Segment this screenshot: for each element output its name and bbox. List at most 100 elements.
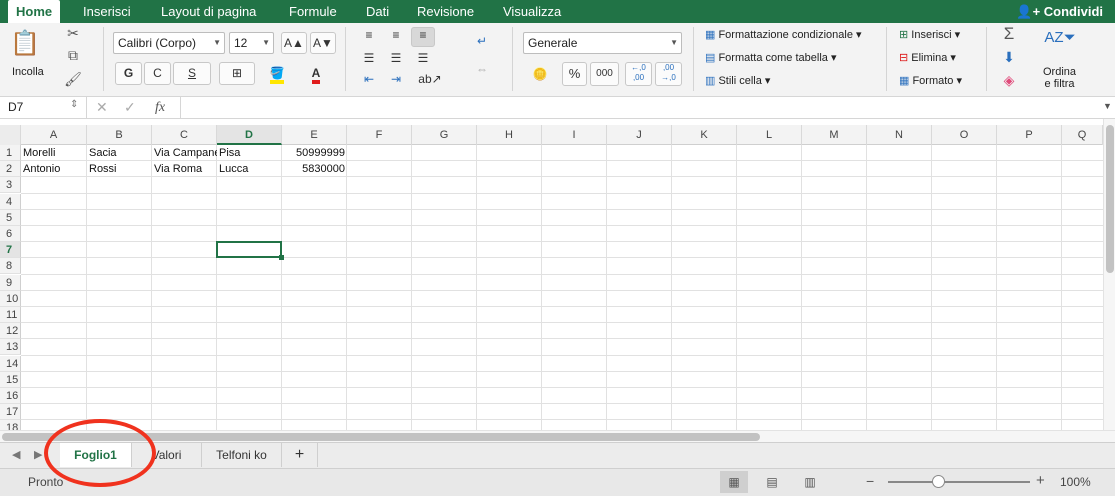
italic-button[interactable]: C xyxy=(144,62,171,85)
column-header-p[interactable]: P xyxy=(997,125,1062,145)
name-box-stepper-icon[interactable]: ⇕ xyxy=(70,99,78,110)
eraser-icon[interactable]: ◈ xyxy=(999,72,1019,89)
row-header-11[interactable]: 11 xyxy=(0,307,21,323)
column-header-i[interactable]: I xyxy=(542,125,607,145)
cut-icon[interactable]: ✂ xyxy=(64,25,82,42)
sort-filter-icon[interactable]: AZ⏷ xyxy=(1040,29,1080,46)
orientation-icon[interactable]: ab↗ xyxy=(413,71,447,91)
tab-visualizza[interactable]: Visualizza xyxy=(495,0,569,23)
horizontal-scroll-thumb[interactable] xyxy=(2,433,760,441)
column-header-d[interactable]: D xyxy=(217,125,282,145)
align-top-icon[interactable]: ≡ xyxy=(357,27,381,47)
paste-label[interactable]: Incolla xyxy=(12,66,44,78)
currency-icon[interactable]: 🪙 xyxy=(523,62,557,86)
column-header-m[interactable]: M xyxy=(802,125,867,145)
column-header-q[interactable]: Q xyxy=(1062,125,1103,145)
sheet-tab-foglio1[interactable]: Foglio1 xyxy=(60,443,132,467)
row-header-2[interactable]: 2 xyxy=(0,161,21,178)
cell-styles-button[interactable]: ▥ Stili cella ▾ xyxy=(705,74,770,87)
row-header-9[interactable]: 9 xyxy=(0,274,21,291)
vertical-scrollbar[interactable] xyxy=(1103,119,1115,431)
decrease-decimal-button[interactable]: ,00 →,0 xyxy=(655,62,682,86)
column-header-j[interactable]: J xyxy=(607,125,672,145)
delete-cells-button[interactable]: ⊟ Elimina ▾ xyxy=(899,51,956,64)
conditional-formatting-button[interactable]: ▦ Formattazione condizionale ▾ xyxy=(705,28,862,41)
shrink-font-button[interactable]: A▼ xyxy=(310,32,336,54)
row-header-18[interactable]: 18 xyxy=(0,420,21,430)
underline-button[interactable]: S xyxy=(173,62,211,85)
row-header-1[interactable]: 1 xyxy=(0,145,21,161)
row-header-5[interactable]: 5 xyxy=(0,209,21,226)
percent-button[interactable]: % xyxy=(562,62,587,86)
cell-b1[interactable]: Sacia xyxy=(87,145,152,161)
paste-icon[interactable]: 📋 xyxy=(10,29,40,59)
bold-button[interactable]: G xyxy=(115,62,142,85)
row-header-10[interactable]: 10 xyxy=(0,290,21,307)
font-size-select[interactable]: 12 ▼ xyxy=(229,32,274,54)
align-left-icon[interactable]: ☰ xyxy=(357,50,381,70)
row-header-16[interactable]: 16 xyxy=(0,388,21,404)
cell-e1[interactable]: 50999999 xyxy=(282,145,347,161)
cell-a2[interactable]: Antonio xyxy=(21,161,87,177)
share-button[interactable]: 👤+ Condividi xyxy=(1016,0,1103,23)
copy-icon[interactable]: ⧉ xyxy=(64,47,82,64)
cell-c2[interactable]: Via Roma xyxy=(152,161,217,177)
tab-layout-di-pagina[interactable]: Layout di pagina xyxy=(153,0,264,23)
thousands-separator-button[interactable]: 000 xyxy=(590,62,619,86)
row-header-6[interactable]: 6 xyxy=(0,226,21,242)
zoom-level[interactable]: 100% xyxy=(1060,475,1091,489)
insert-cells-button[interactable]: ⊞ Inserisci ▾ xyxy=(899,28,960,41)
format-painter-icon[interactable]: 🖌 xyxy=(64,71,82,88)
sheet-tab-telfoni-ko[interactable]: Telfoni ko xyxy=(202,443,282,467)
cell-b2[interactable]: Rossi xyxy=(87,161,152,177)
add-sheet-button[interactable]: + xyxy=(282,443,318,467)
row-header-14[interactable]: 14 xyxy=(0,355,21,372)
zoom-slider-thumb[interactable] xyxy=(932,475,945,488)
merge-center-icon[interactable]: ⇔ xyxy=(470,61,494,81)
autosum-icon[interactable]: Σ xyxy=(999,24,1019,44)
column-header-f[interactable]: F xyxy=(347,125,412,145)
row-header-15[interactable]: 15 xyxy=(0,371,21,388)
borders-button[interactable]: ⊞ xyxy=(219,62,255,85)
format-cells-button[interactable]: ▦ Formato ▾ xyxy=(899,74,962,87)
tab-formule[interactable]: Formule xyxy=(281,0,345,23)
cell-d2[interactable]: Lucca xyxy=(217,161,282,177)
formula-input[interactable] xyxy=(186,100,1086,116)
format-as-table-button[interactable]: ▤ Formatta come tabella ▾ xyxy=(705,51,836,64)
cancel-icon[interactable]: ✕ xyxy=(96,99,108,116)
grow-font-button[interactable]: A▲ xyxy=(281,32,307,54)
tab-dati[interactable]: Dati xyxy=(358,0,397,23)
sort-filter-label[interactable]: Ordina e filtra xyxy=(1043,66,1076,90)
selected-cell-outline[interactable] xyxy=(216,241,282,259)
tab-inserisci[interactable]: Inserisci xyxy=(75,0,139,23)
name-box[interactable]: D7 xyxy=(8,100,23,114)
select-all-corner[interactable] xyxy=(0,125,21,145)
zoom-slider[interactable] xyxy=(888,481,1030,483)
fill-color-button[interactable]: 🪣 xyxy=(260,62,294,85)
column-header-g[interactable]: G xyxy=(412,125,477,145)
tab-home[interactable]: Home xyxy=(8,0,61,23)
row-header-13[interactable]: 13 xyxy=(0,339,21,356)
row-header-7[interactable]: 7 xyxy=(0,242,21,259)
align-bottom-icon[interactable]: ≡ xyxy=(411,27,435,47)
zoom-out-button[interactable]: − xyxy=(866,473,874,489)
decrease-indent-icon[interactable]: ⇤ xyxy=(357,71,381,91)
vertical-scroll-thumb[interactable] xyxy=(1106,125,1114,273)
font-color-button[interactable]: A xyxy=(298,62,334,85)
next-sheet-icon[interactable]: ▶ xyxy=(34,448,42,461)
fill-handle[interactable] xyxy=(279,255,284,261)
font-name-select[interactable]: Calibri (Corpo) ▼ xyxy=(113,32,225,54)
column-header-b[interactable]: B xyxy=(87,125,152,145)
prev-sheet-icon[interactable]: ◀ xyxy=(12,448,20,461)
row-header-12[interactable]: 12 xyxy=(0,323,21,340)
cell-d1[interactable]: Pisa xyxy=(217,145,282,161)
column-header-n[interactable]: N xyxy=(867,125,932,145)
wrap-text-icon[interactable]: ↵ xyxy=(470,33,494,53)
column-header-k[interactable]: K xyxy=(672,125,737,145)
align-middle-icon[interactable]: ≡ xyxy=(384,27,408,47)
expand-formula-icon[interactable]: ▼ xyxy=(1103,101,1112,111)
column-header-c[interactable]: C xyxy=(152,125,217,145)
cell-c1[interactable]: Via Campane xyxy=(152,145,217,161)
column-header-h[interactable]: H xyxy=(477,125,542,145)
column-header-a[interactable]: A xyxy=(21,125,87,145)
